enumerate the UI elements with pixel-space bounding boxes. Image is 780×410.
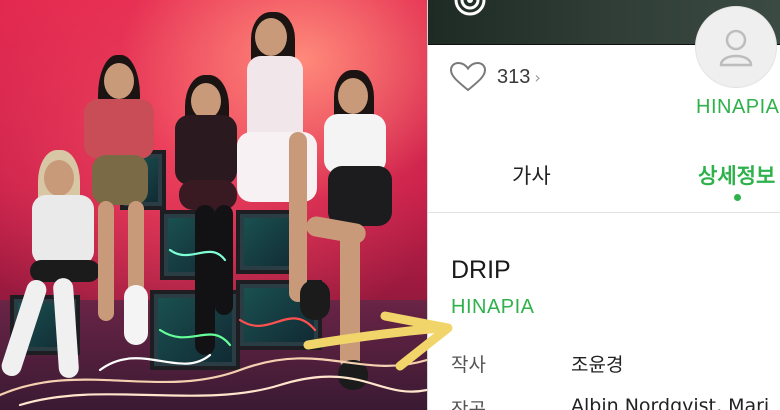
tab-bar: 가사 상세정보 <box>428 140 780 213</box>
like-row[interactable]: 313 › <box>449 60 541 94</box>
artist-name-link[interactable]: HINAPIA <box>696 96 780 119</box>
group-photo <box>0 0 427 410</box>
lyricist-value: 조윤경 <box>571 354 624 376</box>
person-icon <box>719 29 753 67</box>
tab-details[interactable]: 상세정보 <box>698 160 775 190</box>
active-tab-indicator <box>734 194 741 201</box>
lyricist-label: 작사 <box>451 354 486 376</box>
song-detail-screen: 313 › HINAPIA 가사 상세정보 DRIP HINAPIA 작사 조윤… <box>427 0 780 410</box>
song-artist-link[interactable]: HINAPIA <box>451 296 535 319</box>
like-count: 313 <box>497 65 531 88</box>
song-title: DRIP <box>451 256 511 284</box>
neon-cables <box>0 248 427 407</box>
tab-lyrics[interactable]: 가사 <box>512 160 551 190</box>
heart-icon[interactable] <box>449 62 487 92</box>
composer-label: 작곡 <box>451 399 486 410</box>
composer-value: Albin Nordqvist, Mari <box>571 395 770 410</box>
artist-avatar[interactable] <box>695 6 777 88</box>
broadcast-icon[interactable] <box>448 0 492 24</box>
chevron-right-icon: › <box>534 67 541 87</box>
